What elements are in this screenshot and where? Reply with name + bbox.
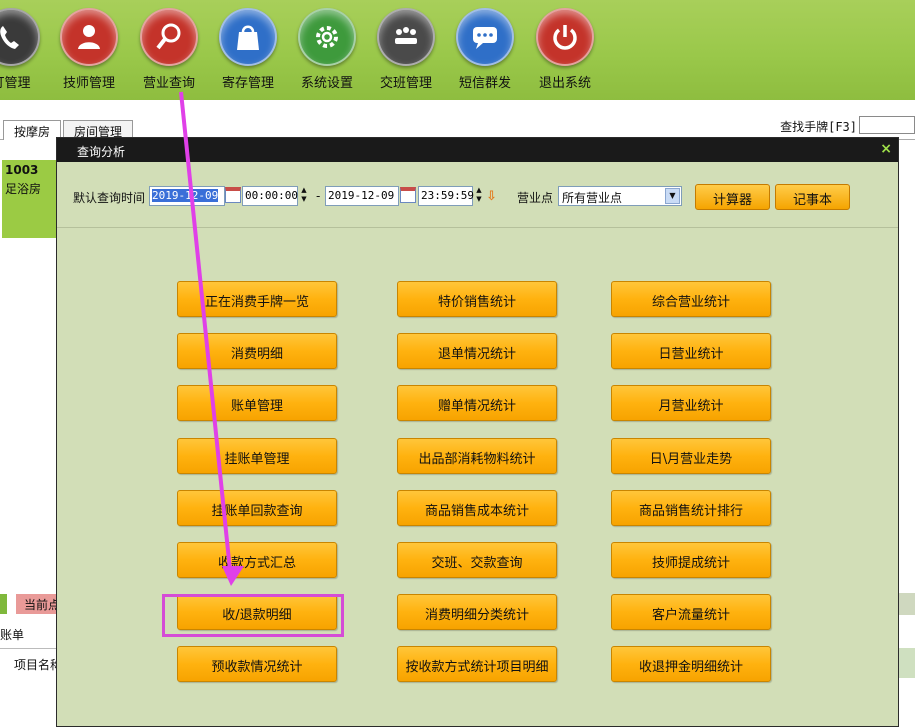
report-button[interactable]: 收退押金明细统计 — [611, 646, 771, 682]
close-icon[interactable]: × — [880, 141, 892, 157]
toolbar-item-settings[interactable]: 系统设置 — [288, 8, 366, 91]
dialog-title-bar: 查询分析 × — [57, 138, 898, 162]
person-icon — [60, 8, 118, 66]
report-button[interactable]: 日\月营业走势 — [611, 438, 771, 474]
toolbar-label: 交班管理 — [379, 76, 432, 91]
report-button[interactable]: 日营业统计 — [611, 333, 771, 369]
toolbar-label: 营业查询 — [142, 76, 195, 91]
chat-icon — [456, 8, 514, 66]
report-button[interactable]: 客户流量统计 — [611, 594, 771, 630]
end-date-field[interactable]: 2019-12-09 — [325, 186, 399, 206]
right-edge-strip — [899, 593, 915, 615]
report-button[interactable]: 特价销售统计 — [397, 281, 557, 317]
tab-massage-room[interactable]: 按摩房 — [3, 120, 62, 140]
room-tile[interactable]: 1003 足浴房 — [2, 160, 60, 238]
report-button[interactable]: 技师提成统计 — [611, 542, 771, 578]
outlet-label: 营业点 — [517, 191, 554, 205]
start-date-field[interactable]: 2019-12-09 — [149, 186, 225, 206]
calendar-icon[interactable] — [225, 187, 241, 203]
outlet-select-value: 所有营业点 — [562, 191, 623, 205]
right-edge-strip — [899, 648, 915, 678]
report-button[interactable]: 交班、交款查询 — [397, 542, 557, 578]
room-name: 足浴房 — [5, 182, 42, 196]
report-button[interactable]: 消费明细 — [177, 333, 337, 369]
report-button[interactable]: 退单情况统计 — [397, 333, 557, 369]
end-time-field[interactable]: 23:59:59 — [418, 186, 474, 206]
report-button[interactable]: 正在消费手牌一览 — [177, 281, 337, 317]
toolbar-item-storage[interactable]: 寄存管理 — [209, 8, 287, 91]
chevron-down-icon[interactable]: ▼ — [665, 188, 680, 204]
start-time-spinner[interactable]: ▲ ▼ — [298, 186, 310, 206]
toolbar-item-business-query[interactable]: 营业查询 — [130, 8, 208, 91]
notepad-button[interactable]: 记事本 — [775, 184, 850, 210]
report-button[interactable]: 出品部消耗物料统计 — [397, 438, 557, 474]
current-badge: 当前点 — [16, 594, 60, 614]
toolbar-item-sms[interactable]: 短信群发 — [446, 8, 524, 91]
range-dash: - — [316, 189, 321, 203]
report-button[interactable]: 挂账单回款查询 — [177, 490, 337, 526]
toolbar-item-shift[interactable]: 交班管理 — [367, 8, 445, 91]
gear-icon — [298, 8, 356, 66]
toolbar-label: 订管理 — [0, 76, 31, 91]
toolbar-item-technician[interactable]: 技师管理 — [50, 8, 128, 91]
magnifier-icon — [140, 8, 198, 66]
report-button[interactable]: 收/退款明细 — [177, 594, 337, 630]
toolbar-label: 系统设置 — [300, 76, 353, 91]
toolbar-item-reservation[interactable]: 订管理 — [0, 8, 50, 91]
calculator-button[interactable]: 计算器 — [695, 184, 770, 210]
bag-icon — [219, 8, 277, 66]
search-input[interactable] — [859, 116, 915, 134]
filter-bar: 默认查询时间 2019-12-09 00:00:00 ▲ ▼ - 2019-12-… — [57, 162, 898, 228]
toolbar-label: 退出系统 — [538, 76, 591, 91]
toolbar-label: 技师管理 — [62, 76, 115, 91]
dialog-title: 查询分析 — [77, 145, 126, 159]
query-time-label: 默认查询时间 — [73, 191, 146, 205]
report-button[interactable]: 商品销售统计排行 — [611, 490, 771, 526]
bill-tab[interactable]: 账单 — [0, 626, 24, 643]
query-analysis-dialog: 查询分析 × 默认查询时间 2019-12-09 00:00:00 ▲ ▼ - 2… — [56, 137, 899, 727]
report-button[interactable]: 挂账单管理 — [177, 438, 337, 474]
report-button[interactable]: 综合营业统计 — [611, 281, 771, 317]
toolbar-label: 寄存管理 — [221, 76, 274, 91]
report-button[interactable]: 消费明细分类统计 — [397, 594, 557, 630]
outlet-select[interactable]: 所有营业点 ▼ — [558, 186, 682, 206]
meeting-icon — [377, 8, 435, 66]
report-button[interactable]: 账单管理 — [177, 385, 337, 421]
start-time-field[interactable]: 00:00:00 — [242, 186, 298, 206]
power-icon — [536, 8, 594, 66]
report-button[interactable]: 商品销售成本统计 — [397, 490, 557, 526]
toolbar-divider — [0, 100, 915, 114]
report-button[interactable]: 按收款方式统计项目明细 — [397, 646, 557, 682]
report-button[interactable]: 赠单情况统计 — [397, 385, 557, 421]
report-button[interactable]: 预收款情况统计 — [177, 646, 337, 682]
start-date-value: 2019-12-09 — [152, 189, 219, 202]
divider — [0, 648, 60, 649]
room-number: 1003 — [5, 163, 39, 177]
report-button[interactable]: 收款方式汇总 — [177, 542, 337, 578]
search-label: 查找手牌[F3] — [780, 120, 857, 134]
phone-icon — [0, 8, 40, 66]
arrow-down-icon[interactable]: ⇩ — [486, 189, 497, 204]
column-header-item-name: 项目名称 — [14, 658, 58, 672]
calendar-icon[interactable] — [400, 187, 416, 203]
end-time-spinner[interactable]: ▲ ▼ — [473, 186, 485, 206]
status-indicator — [0, 594, 7, 614]
toolbar-item-exit[interactable]: 退出系统 — [526, 8, 604, 91]
toolbar-label: 短信群发 — [458, 76, 511, 91]
main-toolbar: 订管理 技师管理 营业查询 寄存管理 系统设置 交班管理 短信群发 — [0, 0, 915, 100]
report-button[interactable]: 月营业统计 — [611, 385, 771, 421]
